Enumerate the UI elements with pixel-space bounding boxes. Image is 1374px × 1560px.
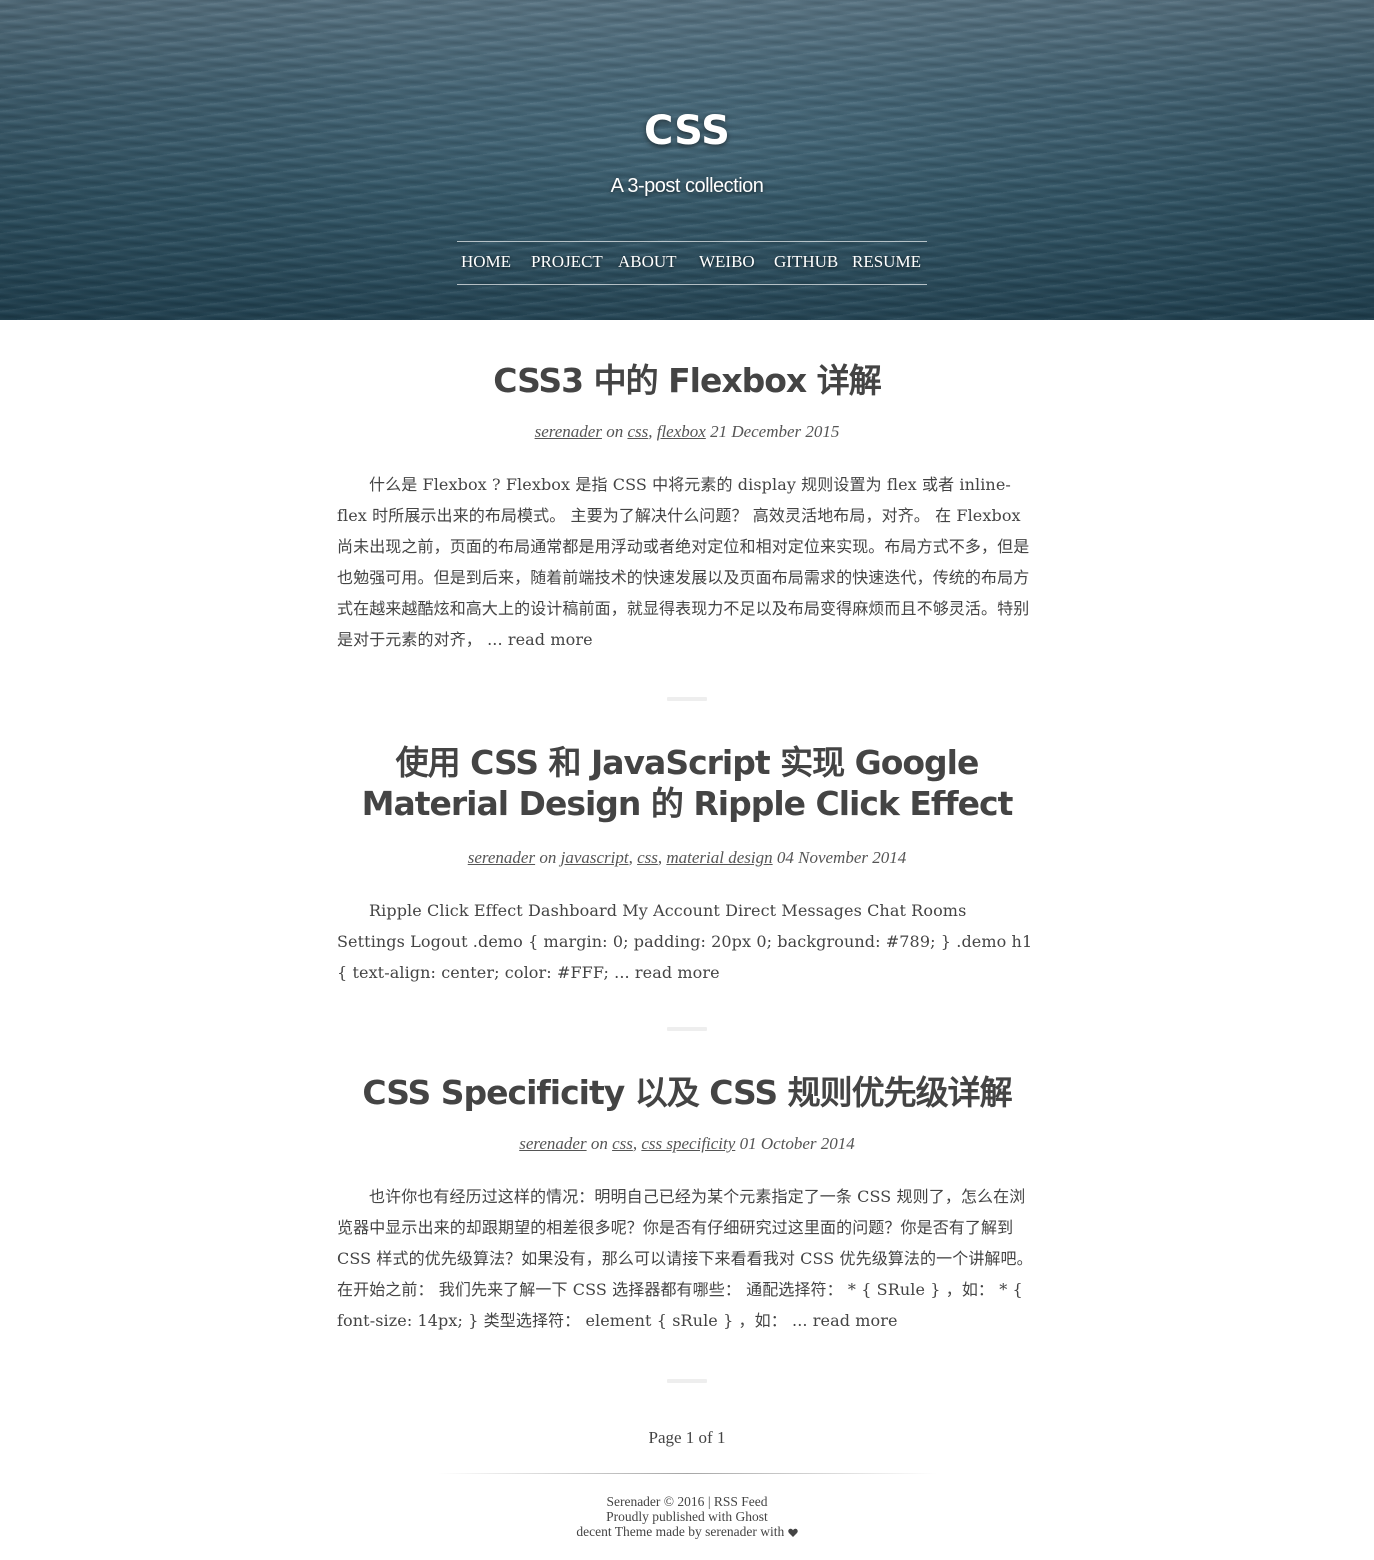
post-title[interactable]: CSS3 中的 Flexbox 详解 <box>337 360 1037 401</box>
post-tag-link[interactable]: css <box>627 422 648 441</box>
post-date: 04 November 2014 <box>776 848 907 867</box>
site-header: CSS A 3-post collection HOME PROJECT ABO… <box>0 0 1374 320</box>
post-excerpt: Ripple Click Effect Dashboard My Account… <box>337 895 1037 988</box>
post-item: CSS3 中的 Flexbox 详解 serenader on css, fle… <box>337 360 1037 655</box>
post-meta-on: on <box>539 848 557 867</box>
nav-item-home[interactable]: HOME <box>461 252 511 272</box>
post-meta-on: on <box>606 422 624 441</box>
post-title[interactable]: 使用 CSS 和 JavaScript 实现 Google Material D… <box>337 742 1037 824</box>
post-date: 01 October 2014 <box>739 1134 855 1153</box>
post-meta: serenader on css, flexbox 21 December 20… <box>534 422 840 441</box>
post-excerpt-text: 什么是 Flexbox ? Flexbox 是指 CSS 中将元素的 displ… <box>337 475 1030 649</box>
post-tag-link[interactable]: css specificity <box>641 1134 735 1153</box>
post-excerpt-text: 也许你也有经历过这样的情况：明明自己已经为某个元素指定了一条 CSS 规则了，怎… <box>337 1187 1033 1330</box>
read-more-link[interactable]: ... read more <box>614 963 720 982</box>
rss-feed-link[interactable]: RSS Feed <box>714 1494 768 1509</box>
footer-line-1: Serenader © 2016 | RSS Feed <box>0 1494 1374 1509</box>
footer-copyright: Serenader © 2016 <box>606 1494 705 1509</box>
post-excerpt: 什么是 Flexbox ? Flexbox 是指 CSS 中将元素的 displ… <box>337 469 1037 655</box>
post-title[interactable]: CSS Specificity 以及 CSS 规则优先级详解 <box>337 1072 1037 1113</box>
post-author-link[interactable]: serenader <box>535 422 602 441</box>
post-item: 使用 CSS 和 JavaScript 实现 Google Material D… <box>337 742 1037 988</box>
post-divider <box>667 1027 707 1031</box>
read-more-link[interactable]: ... read more <box>487 630 593 649</box>
footer-theme-credit: decent Theme made by serenader with <box>576 1524 785 1539</box>
post-tag-link[interactable]: css <box>637 848 658 867</box>
read-more-link[interactable]: ... read more <box>792 1311 898 1330</box>
post-excerpt: 也许你也有经历过这样的情况：明明自己已经为某个元素指定了一条 CSS 规则了，怎… <box>337 1181 1037 1336</box>
footer-line-3: decent Theme made by serenader with <box>0 1524 1374 1539</box>
nav-item-about[interactable]: ABOUT <box>618 252 677 272</box>
footer-divider <box>437 1473 937 1474</box>
site-title: CSS <box>644 108 730 154</box>
post-author-link[interactable]: serenader <box>519 1134 586 1153</box>
post-item: CSS Specificity 以及 CSS 规则优先级详解 serenader… <box>337 1072 1037 1336</box>
nav-item-weibo[interactable]: WEIBO <box>699 252 755 272</box>
post-date: 21 December 2015 <box>710 422 840 441</box>
post-divider <box>667 697 707 701</box>
site-footer: Serenader © 2016 | RSS Feed Proudly publ… <box>0 1494 1374 1539</box>
post-divider <box>667 1379 707 1383</box>
post-tag-link[interactable]: css <box>612 1134 633 1153</box>
post-meta: serenader on css, css specificity 01 Oct… <box>519 1134 855 1153</box>
site-subtitle: A 3-post collection <box>610 175 764 197</box>
post-tag-link[interactable]: javascript <box>561 848 629 867</box>
post-tag-link[interactable]: flexbox <box>657 422 706 441</box>
post-meta-on: on <box>590 1134 608 1153</box>
heart-icon <box>787 1528 798 1537</box>
post-tag-link[interactable]: material design <box>666 848 772 867</box>
pagination: Page 1 of 1 <box>648 1428 726 1447</box>
nav-item-resume[interactable]: RESUME <box>852 252 921 272</box>
nav-item-project[interactable]: PROJECT <box>531 252 603 272</box>
post-meta: serenader on javascript, css, material d… <box>467 848 907 867</box>
footer-separator: | <box>707 1494 711 1509</box>
main-nav: HOME PROJECT ABOUT WEIBO GITHUB RESUME <box>457 241 927 285</box>
footer-published: Proudly published with Ghost <box>606 1509 768 1524</box>
post-author-link[interactable]: serenader <box>468 848 535 867</box>
nav-item-github[interactable]: GITHUB <box>774 252 838 272</box>
